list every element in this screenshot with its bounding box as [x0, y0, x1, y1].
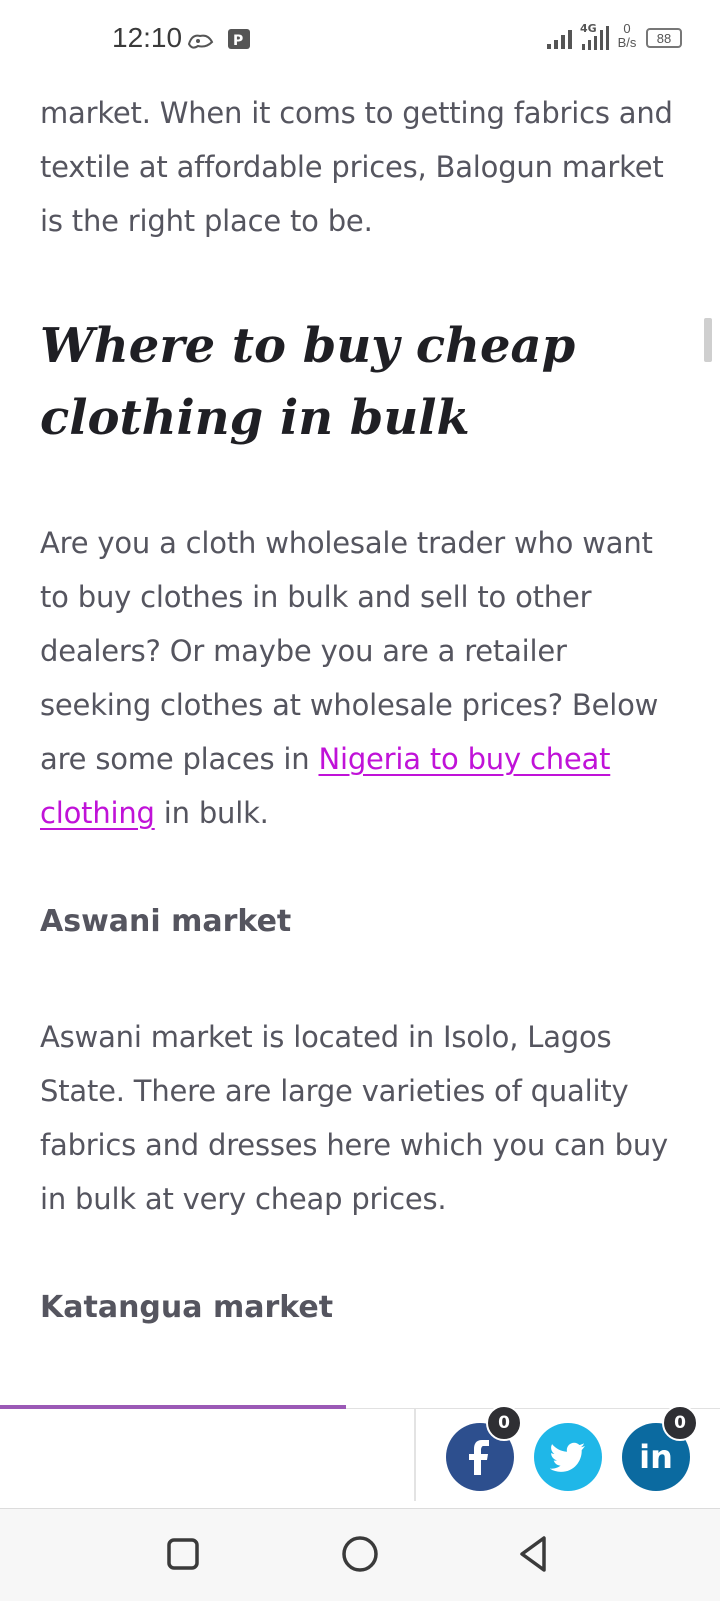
aswani-market-paragraph: Aswani market is located in Isolo, Lagos… — [40, 1020, 668, 1216]
scroll-indicator[interactable] — [704, 318, 712, 362]
main-paragraph-text-before: Are you a cloth wholesale trader who wan… — [40, 526, 659, 776]
data-speed-value: 0 — [623, 21, 631, 36]
section-heading: Where to buy cheap clothing in bulk — [40, 318, 576, 446]
twitter-share-button[interactable] — [534, 1423, 602, 1491]
reading-progress-fill — [0, 1405, 346, 1409]
linkedin-icon: in — [639, 1438, 673, 1476]
notification-icon — [187, 34, 214, 49]
home-icon[interactable] — [335, 1529, 385, 1579]
signal-strength-icon — [547, 30, 572, 49]
twitter-icon — [550, 1442, 585, 1472]
linkedin-share-count: 0 — [662, 1405, 698, 1441]
facebook-icon — [469, 1440, 489, 1475]
clock: 12:10 — [112, 22, 183, 53]
linkedin-share-button[interactable]: in 0 — [622, 1405, 698, 1491]
network-type-label: 4G — [580, 22, 597, 35]
katangua-market-title: Katangua market — [40, 1290, 334, 1325]
mobile-data-icon: 4G — [580, 22, 609, 50]
share-divider — [414, 1409, 416, 1501]
main-paragraph: Are you a cloth wholesale trader who wan… — [40, 516, 680, 840]
battery-level: 88 — [656, 30, 672, 46]
recent-apps-icon[interactable] — [158, 1529, 208, 1579]
battery-icon: 88 — [646, 28, 682, 48]
app-notification-icon: P — [228, 29, 250, 49]
aswani-market-title: Aswani market — [40, 904, 292, 939]
data-speed: 0 B/s — [612, 22, 642, 50]
facebook-share-count: 0 — [486, 1405, 522, 1441]
svg-text:P: P — [233, 33, 243, 49]
share-bar: 0 in 0 — [0, 1405, 720, 1503]
status-bar: 12:10 P 4G 0 B/s 88 — [0, 0, 720, 80]
system-navigation-bar — [0, 1508, 720, 1601]
reading-progress-bar — [0, 1405, 720, 1409]
article-content: market. When it coms to getting fabrics … — [40, 80, 680, 1328]
main-paragraph-text-after: in bulk. — [154, 796, 269, 830]
data-speed-unit: B/s — [617, 35, 637, 50]
facebook-share-button[interactable]: 0 — [446, 1405, 522, 1491]
back-icon[interactable] — [510, 1529, 560, 1579]
intro-paragraph: market. When it coms to getting fabrics … — [40, 96, 673, 238]
